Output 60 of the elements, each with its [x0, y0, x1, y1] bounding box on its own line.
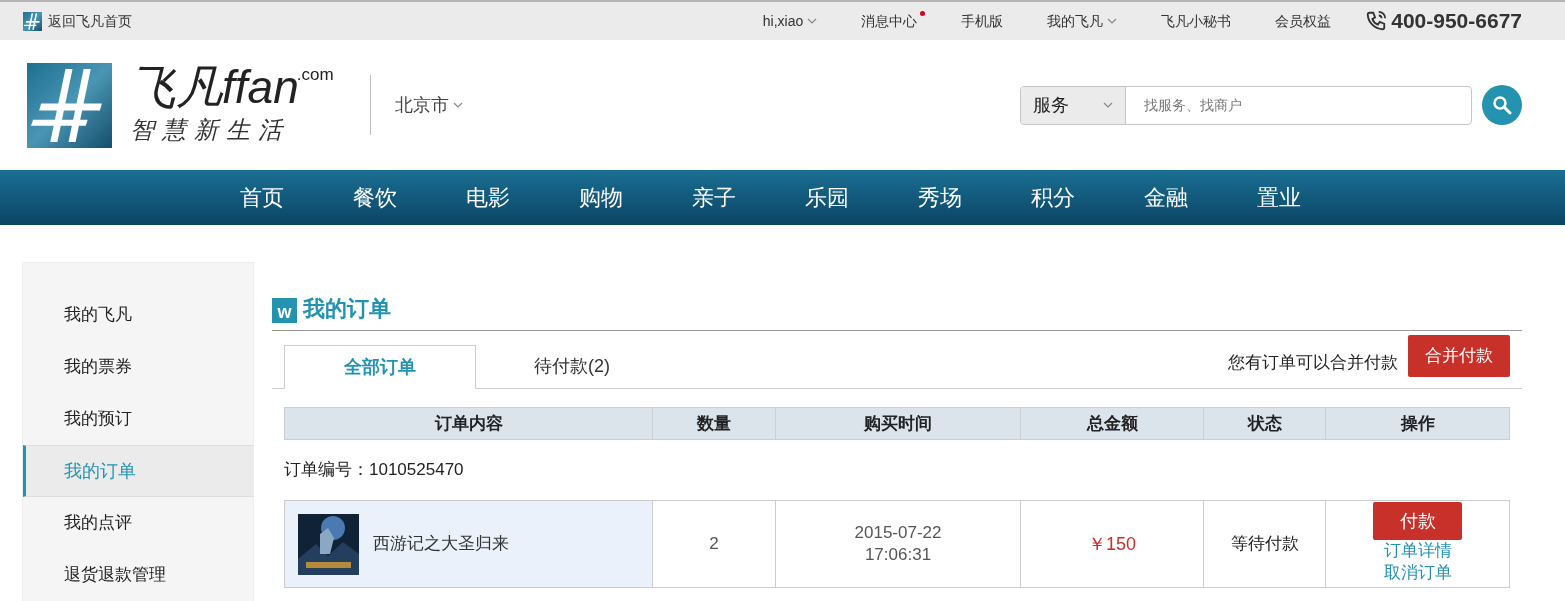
top-link[interactable]: 会员权益	[1275, 10, 1332, 32]
nav-item[interactable]: 首页	[240, 181, 353, 214]
sidebar-item[interactable]: 我的飞凡	[23, 289, 253, 341]
nav-item[interactable]: 积分	[1031, 181, 1144, 214]
merge-note: 您有订单可以合并付款	[1228, 352, 1398, 375]
nav-item[interactable]: 金融	[1144, 181, 1257, 214]
top-link[interactable]: 我的飞凡	[1047, 10, 1118, 32]
nav-item[interactable]: 餐饮	[353, 181, 466, 214]
top-link[interactable]: hi,xiao	[762, 10, 818, 32]
logo-domain: .com	[296, 64, 334, 84]
status-cell: 等待付款	[1203, 501, 1325, 587]
search-icon	[1492, 95, 1512, 115]
nav-item[interactable]: 乐园	[805, 181, 918, 214]
hotline-number: 400-950-6677	[1391, 8, 1522, 35]
phone-icon	[1365, 10, 1388, 32]
sidebar-item[interactable]: 我的票券	[23, 341, 253, 393]
column-header: 购买时间	[775, 408, 1020, 439]
column-header: 状态	[1203, 408, 1325, 439]
sidebar-item[interactable]: 我的预订	[23, 393, 253, 445]
title-badge: w	[272, 298, 297, 323]
sidebar-item[interactable]: 退货退款管理	[23, 549, 253, 601]
search-field[interactable]: 服务 找服务、找商户	[1020, 85, 1472, 125]
logo-slogan: 智慧新生活	[130, 115, 291, 145]
top-link[interactable]: 手机版	[961, 10, 1004, 32]
column-header: 总金额	[1020, 408, 1203, 439]
tab[interactable]: 全部订单	[284, 345, 476, 389]
nav-item[interactable]: 电影	[466, 181, 579, 214]
page-title: 我的订单	[303, 295, 391, 323]
quantity-cell: 2	[652, 501, 775, 587]
nav-item[interactable]: 亲子	[692, 181, 805, 214]
sidebar-item[interactable]: 我的点评	[23, 497, 253, 549]
top-link[interactable]: 飞凡小秘书	[1161, 10, 1232, 32]
item-name: 西游记之大圣归来	[373, 533, 509, 556]
nav-item[interactable]: 购物	[579, 181, 692, 214]
pay-button[interactable]: 付款	[1373, 502, 1462, 540]
search-button[interactable]	[1482, 85, 1522, 125]
top-link[interactable]: 消息中心	[861, 10, 918, 32]
column-header: 操作	[1325, 408, 1509, 439]
column-header: 订单内容	[433, 412, 504, 435]
merge-pay-button[interactable]: 合并付款	[1408, 335, 1510, 377]
order-link[interactable]: 取消订单	[1383, 562, 1452, 584]
logo-wordmark: 飞凡ffan	[130, 62, 299, 112]
purchase-time: 17:06:31	[864, 544, 932, 566]
order-number: 订单编号：1010525470	[284, 459, 464, 482]
caret-icon	[1107, 18, 1118, 24]
home-link[interactable]: 返回飞凡首页	[48, 10, 132, 32]
nav-item[interactable]: 置业	[1257, 181, 1370, 214]
category-dropdown[interactable]: 服务	[1021, 86, 1126, 124]
tab[interactable]: 待付款(2)	[476, 344, 668, 388]
caret-icon	[1103, 102, 1113, 108]
order-link[interactable]: 订单详情	[1383, 540, 1452, 562]
caret-icon	[807, 18, 818, 24]
city-selector[interactable]: 北京市	[394, 91, 463, 119]
logo-icon	[23, 11, 42, 31]
caret-icon	[452, 102, 463, 108]
logo-icon	[27, 62, 112, 148]
nav-item[interactable]: 秀场	[918, 181, 1031, 214]
column-header: 数量	[652, 408, 775, 439]
purchase-date: 2015-07-22	[854, 522, 942, 544]
total-cell: ￥150	[1020, 501, 1203, 587]
